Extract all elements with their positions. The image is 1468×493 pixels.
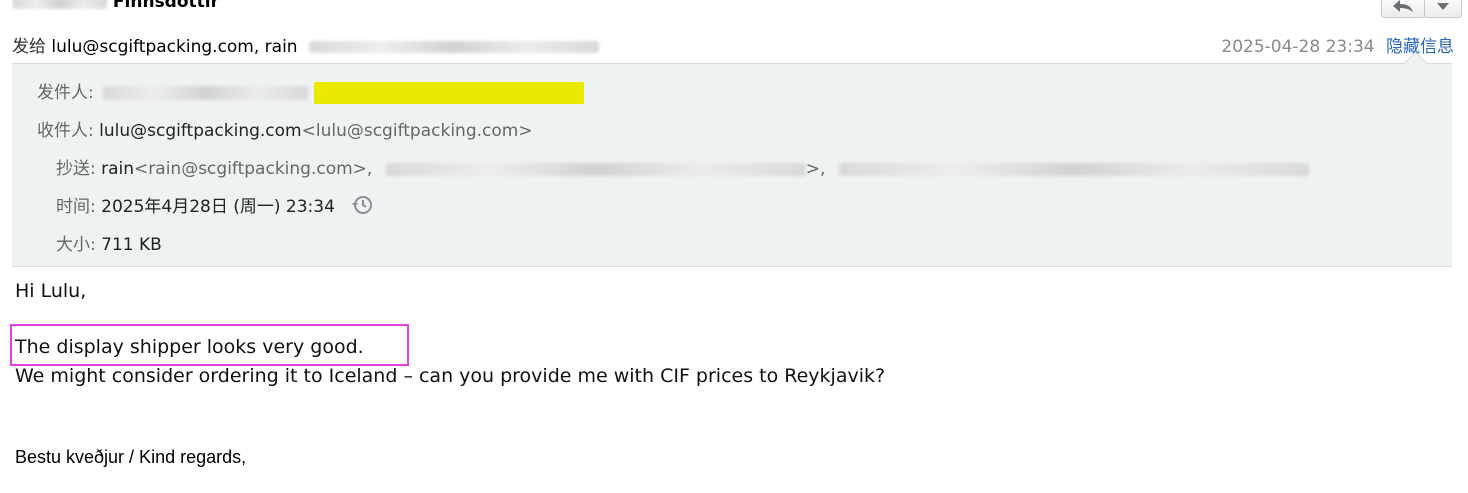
body-line-1: The display shipper looks very good.	[15, 336, 364, 358]
time-row: 时间: 2025年4月28日 (周一) 23:34	[56, 192, 374, 221]
from-label: 发件人:	[37, 83, 94, 103]
recipients-summary: lulu@scgiftpacking.com, rain	[51, 37, 298, 57]
to-name[interactable]: lulu@scgiftpacking.com	[99, 121, 301, 141]
to-row: 收件人: lulu@scgiftpacking.com<lulu@scgiftp…	[37, 116, 533, 141]
cc-label: 抄送:	[56, 159, 96, 179]
reply-button[interactable]	[1381, 0, 1425, 18]
highlighted-redacted-address	[313, 82, 584, 104]
cc-sep: >,	[805, 159, 826, 179]
cc-name[interactable]: rain	[101, 159, 134, 179]
body-line-2: We might consider ordering it to Iceland…	[15, 365, 886, 387]
size-value: 711 KB	[101, 235, 162, 255]
cc-row: 抄送: rain<rain@scgiftpacking.com>, >,	[56, 154, 1309, 179]
reply-arrow-icon	[1393, 0, 1413, 12]
reply-toolbar	[1381, 0, 1462, 18]
redacted-cc-3	[838, 162, 1309, 176]
clock-history-icon[interactable]	[350, 194, 374, 221]
redacted-cc-2	[385, 162, 806, 176]
greeting: Hi Lulu,	[15, 280, 87, 302]
sent-date: 2025-04-28 23:34	[1221, 37, 1375, 57]
signoff: Bestu kveðjur / Kind regards,	[15, 447, 247, 467]
size-row: 大小: 711 KB	[56, 230, 162, 255]
to-label: 收件人:	[37, 121, 94, 141]
time-value: 2025年4月28日 (周一) 23:34	[101, 197, 335, 217]
from-row: 发件人:	[37, 78, 584, 104]
more-actions-button[interactable]	[1424, 0, 1462, 18]
summary-row: 发给 lulu@scgiftpacking.com, rain 2025-04-…	[12, 32, 1454, 57]
send-to-label: 发给	[12, 37, 46, 57]
cc-address: <rain@scgiftpacking.com>,	[134, 159, 373, 179]
redacted-recipients	[309, 41, 599, 53]
size-label: 大小:	[56, 235, 96, 255]
chevron-down-icon	[1437, 3, 1449, 10]
time-label: 时间:	[56, 197, 96, 217]
email-subject: Finnsdóttir	[12, 0, 219, 16]
redacted-sender-name	[12, 0, 107, 9]
subject-tail: Finnsdóttir	[112, 0, 219, 12]
to-address: <lulu@scgiftpacking.com>	[301, 121, 533, 141]
hide-details-link[interactable]: 隐藏信息	[1386, 37, 1454, 57]
redacted-sender	[103, 86, 309, 100]
email-details-panel: 发件人: 收件人: lulu@scgiftpacking.com<lulu@sc…	[12, 51, 1452, 267]
